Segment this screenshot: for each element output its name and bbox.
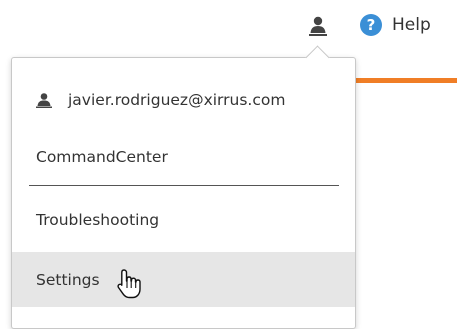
menu-item-troubleshooting[interactable]: Troubleshooting [12, 207, 355, 233]
menu-item-commandcenter[interactable]: CommandCenter [12, 144, 355, 170]
user-dropdown-menu: javier.rodriguez@xirrus.com CommandCente… [11, 45, 356, 329]
help-question-icon: ? [360, 14, 382, 36]
help-button[interactable]: ? Help [360, 12, 431, 38]
user-icon [309, 16, 327, 36]
menu-item-label: CommandCenter [36, 148, 168, 166]
user-menu-icon[interactable] [309, 15, 327, 37]
accent-bar [356, 78, 457, 83]
help-label: Help [392, 15, 431, 35]
hand-cursor-icon [117, 269, 141, 299]
dropdown-caret [305, 45, 330, 70]
menu-item-label: Troubleshooting [36, 211, 160, 229]
menu-item-label: Settings [36, 270, 100, 289]
account-email: javier.rodriguez@xirrus.com [68, 91, 286, 109]
menu-divider [29, 185, 339, 186]
menu-item-settings[interactable]: Settings [12, 252, 355, 307]
user-icon [36, 93, 52, 108]
account-email-item: javier.rodriguez@xirrus.com [12, 86, 355, 114]
